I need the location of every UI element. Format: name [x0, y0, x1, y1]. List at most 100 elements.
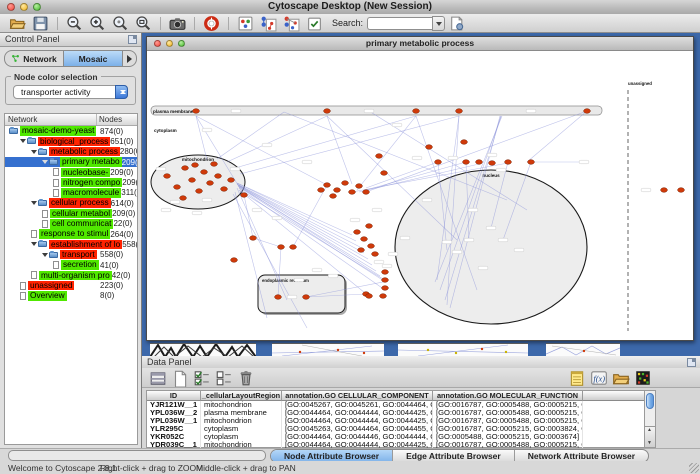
network-node[interactable]	[461, 140, 468, 145]
search-dropdown-button[interactable]	[432, 16, 445, 31]
network-node[interactable]	[368, 244, 375, 249]
network-node[interactable]	[275, 295, 282, 300]
search-config-icon[interactable]	[448, 15, 465, 32]
network-node[interactable]	[174, 185, 181, 190]
resize-grip-icon[interactable]	[689, 463, 699, 473]
network-node[interactable]	[358, 248, 365, 253]
table-row-ypl036w__2[interactable]: YPL036W__2plasma membrane[GO:0044464, GO…	[147, 409, 647, 417]
network-node[interactable]	[435, 160, 442, 165]
zoom-selected-region-icon[interactable]	[112, 15, 129, 32]
search-input[interactable]	[367, 17, 432, 30]
network-node[interactable]	[182, 166, 189, 171]
network-node[interactable]	[366, 294, 373, 299]
scrollbar-thumb[interactable]	[646, 393, 654, 409]
network-node[interactable]	[334, 188, 341, 193]
network-node[interactable]	[342, 181, 349, 186]
network-canvas[interactable]: plasma membranecytoplasmmitochondrionnuc…	[147, 50, 693, 340]
delete-attribute-icon[interactable]	[237, 369, 255, 387]
column-header-annotation-go-cellular-component[interactable]: annotation.GO CELLULAR_COMPONENT	[282, 391, 433, 401]
network-node[interactable]	[303, 295, 310, 300]
help-icon[interactable]	[203, 15, 220, 32]
network-node[interactable]	[584, 109, 591, 114]
unselect-attributes-icon[interactable]	[215, 369, 233, 387]
attribute-select-all-icon[interactable]	[149, 369, 167, 387]
network-node[interactable]	[456, 109, 463, 114]
network-node[interactable]	[221, 187, 228, 192]
formula-builder-icon[interactable]: f(x)	[590, 369, 608, 387]
network-node[interactable]	[380, 294, 387, 299]
network-node[interactable]	[228, 178, 235, 183]
network-node[interactable]	[476, 160, 483, 165]
network-node[interactable]	[241, 193, 248, 198]
network-node[interactable]	[413, 109, 420, 114]
tab-network[interactable]: Network	[5, 51, 63, 66]
table-row-ylr295c[interactable]: YLR295Ccytoplasm[GO:0045263, GO:0044464,…	[147, 425, 647, 433]
image-snapshot-icon[interactable]	[169, 15, 186, 32]
tree-row-secretion[interactable]: secretion41(0)	[5, 260, 137, 270]
network-node[interactable]	[215, 174, 222, 179]
zoom-in-icon[interactable]	[89, 15, 106, 32]
network-node[interactable]	[382, 270, 389, 275]
tree-row-primary-metabo[interactable]: primary metabo209(...	[5, 157, 137, 167]
float-panel-icon[interactable]	[687, 358, 696, 367]
network-node[interactable]	[382, 278, 389, 283]
column-header-filler[interactable]	[583, 391, 649, 401]
expand-arrow-icon[interactable]	[31, 242, 37, 249]
network-node[interactable]	[330, 194, 337, 199]
network-node[interactable]	[376, 154, 383, 159]
expand-arrow-icon[interactable]	[20, 139, 26, 146]
zoom-out-icon[interactable]	[66, 15, 83, 32]
tree-row-unassigned[interactable]: unassigned223(0)	[5, 280, 137, 290]
network-node[interactable]	[426, 145, 433, 150]
network-node[interactable]	[201, 170, 208, 175]
network-node[interactable]	[290, 245, 297, 250]
tree-row-mosaic-demo-yeast[interactable]: mosaic-demo-yeast874(0)	[5, 126, 137, 136]
network-node[interactable]	[489, 161, 496, 166]
filter-icon[interactable]	[306, 15, 323, 32]
column-header-id[interactable]: ID	[147, 391, 201, 401]
network-node[interactable]	[361, 237, 368, 242]
new-attribute-icon[interactable]	[171, 369, 189, 387]
network-node[interactable]	[180, 196, 187, 201]
float-panel-icon[interactable]	[128, 35, 137, 44]
attribute-table-header[interactable]: ID_cellularLayoutRegionannotation.GO CEL…	[147, 391, 647, 401]
attribute-table[interactable]: ID_cellularLayoutRegionannotation.GO CEL…	[146, 390, 648, 448]
network-node[interactable]	[356, 184, 363, 189]
background-window-sliver-4[interactable]	[546, 343, 620, 357]
background-window-sliver-2[interactable]	[272, 343, 384, 357]
expand-arrow-icon[interactable]	[31, 201, 37, 208]
network-node[interactable]	[324, 183, 331, 188]
node-color-combobox[interactable]: transporter activity	[13, 85, 128, 99]
notepad-icon[interactable]	[568, 369, 586, 387]
tab-mosaic[interactable]: Mosaic	[63, 51, 122, 66]
network-node[interactable]	[231, 258, 238, 263]
network-node[interactable]	[678, 188, 685, 193]
network-node[interactable]	[463, 160, 470, 165]
apply-layout-1-icon[interactable]	[260, 15, 277, 32]
network-node[interactable]	[250, 236, 257, 241]
attribute-matrix-icon[interactable]	[634, 369, 652, 387]
open-file-icon[interactable]	[9, 15, 26, 32]
network-node[interactable]	[196, 189, 203, 194]
network-node[interactable]	[381, 171, 388, 176]
network-node[interactable]	[207, 181, 214, 186]
network-node[interactable]	[372, 252, 379, 257]
vizmapper-icon[interactable]	[237, 15, 254, 32]
zoom-fit-content-icon[interactable]	[135, 15, 152, 32]
network-node[interactable]	[192, 163, 199, 168]
expand-arrow-icon[interactable]	[42, 160, 48, 167]
tree-row-cellular-process[interactable]: cellular process614(0)	[5, 198, 137, 208]
network-node[interactable]	[505, 160, 512, 165]
table-row-yjr121w__1[interactable]: YJR121W__1mitochondrion[GO:0045267, GO:0…	[147, 401, 647, 409]
select-attributes-icon[interactable]	[193, 369, 211, 387]
apply-layout-2-icon[interactable]	[283, 15, 300, 32]
network-node[interactable]	[211, 162, 218, 167]
network-node[interactable]	[661, 188, 668, 193]
background-window-sliver-overview[interactable]	[150, 343, 256, 357]
table-row-ypl036w__1[interactable]: YPL036W__1mitochondrion[GO:0044464, GO:0…	[147, 417, 647, 425]
expand-arrow-icon[interactable]	[31, 150, 37, 157]
scrollbar-arrows[interactable]	[645, 426, 655, 447]
import-attributes-icon[interactable]	[612, 369, 630, 387]
network-node[interactable]	[318, 188, 325, 193]
more-tabs-arrow-icon[interactable]	[122, 51, 136, 66]
